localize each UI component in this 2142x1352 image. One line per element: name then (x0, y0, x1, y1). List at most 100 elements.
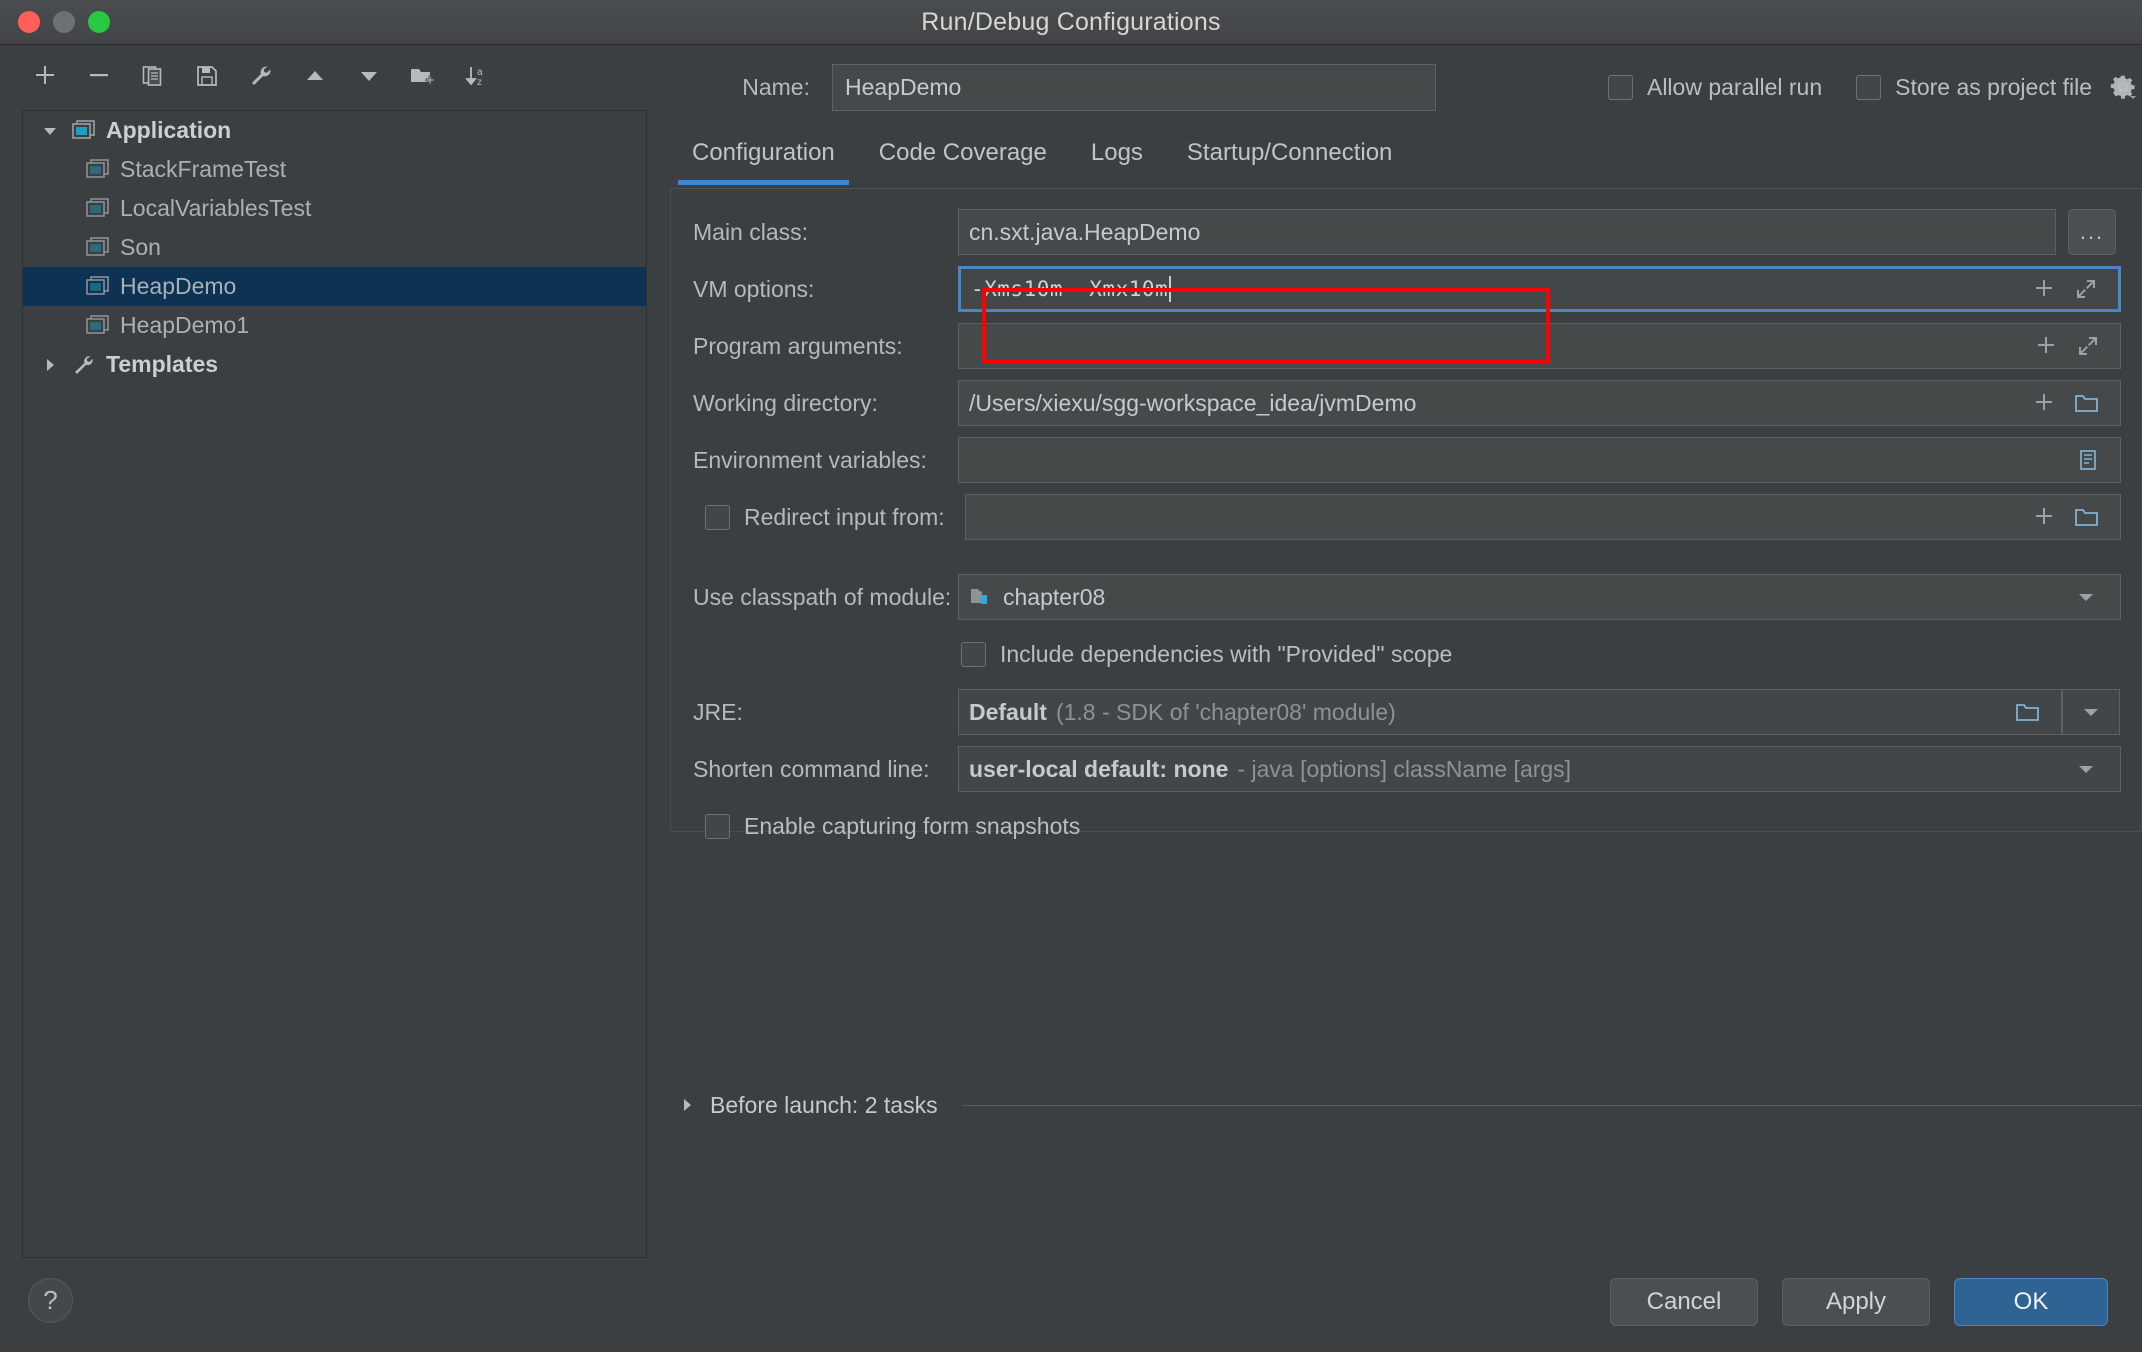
working-directory-input[interactable]: /Users/xiexu/sgg-workspace_idea/jvmDemo (958, 380, 2121, 426)
copy-icon[interactable] (138, 61, 168, 91)
jre-icons (2015, 700, 2051, 724)
cancel-button[interactable]: Cancel (1610, 1278, 1758, 1326)
working-directory-label: Working directory: (693, 389, 878, 416)
environment-variables-icons (2076, 448, 2110, 472)
sort-alphabetically-icon[interactable]: a z (462, 61, 492, 91)
edit-templates-icon[interactable] (246, 61, 276, 91)
expand-icon[interactable] (2074, 277, 2098, 301)
environment-variables-input[interactable] (958, 437, 2121, 483)
move-up-icon[interactable] (300, 61, 330, 91)
redirect-input-checkbox[interactable] (705, 504, 730, 530)
chevron-down-icon[interactable] (2076, 759, 2110, 779)
before-launch-label: Before launch: 2 tasks (710, 1091, 938, 1118)
program-arguments-label: Program arguments: (693, 332, 903, 359)
chevron-down-icon[interactable] (2076, 587, 2110, 607)
tree-item-heapdemo[interactable]: HeapDemo (23, 267, 646, 306)
add-icon[interactable] (2032, 277, 2056, 301)
configuration-editor-panel: Name: HeapDemo Allow parallel run Store … (660, 45, 2142, 1207)
folder-browse-icon[interactable] (2074, 391, 2100, 415)
jre-dropdown-button[interactable] (2062, 689, 2120, 735)
tree-item-label: Templates (106, 351, 219, 377)
folder-browse-icon[interactable] (2015, 700, 2041, 724)
config-tabs[interactable]: Configuration Code Coverage Logs Startup… (670, 133, 2142, 191)
folder-browse-icon[interactable] (2074, 505, 2100, 529)
run-config-icon (81, 236, 115, 260)
checkbox-box[interactable] (1856, 74, 1882, 100)
tree-item-label: HeapDemo (120, 273, 237, 299)
classpath-module-value: chapter08 (1003, 583, 1106, 610)
window-controls[interactable] (18, 11, 110, 33)
dialog-buttons: Cancel Apply OK (1610, 1278, 2108, 1326)
checkbox-box[interactable] (705, 813, 730, 839)
ok-button[interactable]: OK (1954, 1278, 2108, 1326)
expand-icon[interactable] (2076, 334, 2100, 358)
tree-item-heapdemo1[interactable]: HeapDemo1 (23, 306, 646, 345)
minimize-window-button[interactable] (53, 11, 75, 33)
tab-logs[interactable]: Logs (1069, 133, 1165, 185)
include-provided-row: Include dependencies with "Provided" sco… (961, 631, 1452, 677)
help-button[interactable]: ? (28, 1278, 73, 1323)
checkbox-box[interactable] (1607, 74, 1633, 100)
add-icon[interactable] (30, 61, 60, 91)
svg-text:z: z (477, 77, 482, 88)
environment-variables-row: Environment variables: (693, 437, 2121, 483)
chevron-right-icon[interactable] (678, 1096, 696, 1114)
program-arguments-icons (2034, 334, 2110, 358)
add-icon[interactable] (2034, 334, 2058, 358)
allow-parallel-run-checkbox[interactable]: Allow parallel run (1607, 74, 1822, 101)
main-class-input[interactable]: cn.sxt.java.HeapDemo (958, 209, 2056, 255)
shorten-command-line-row: Shorten command line: user-local default… (693, 746, 2121, 792)
tree-item-label: HeapDemo1 (120, 312, 250, 338)
store-as-project-file-checkbox[interactable]: Store as project file (1856, 74, 2092, 101)
classpath-module-label: Use classpath of module: (693, 583, 952, 610)
name-input[interactable]: HeapDemo (832, 63, 1436, 111)
add-icon[interactable] (2032, 505, 2056, 529)
tab-configuration[interactable]: Configuration (670, 133, 857, 185)
tree-item-son[interactable]: Son (23, 228, 646, 267)
wrench-icon (67, 353, 101, 377)
tree-item-templates[interactable]: Templates (23, 345, 646, 384)
remove-icon[interactable] (84, 61, 114, 91)
gear-dropdown-icon[interactable] (2108, 72, 2138, 102)
before-launch-divider (961, 1104, 2142, 1106)
window-titlebar: Run/Debug Configurations (0, 0, 2142, 45)
window-title: Run/Debug Configurations (921, 7, 1221, 36)
redirect-input-label-wrap[interactable]: Redirect input from: (693, 504, 957, 531)
classpath-module-combobox[interactable]: chapter08 (958, 574, 2121, 620)
close-window-button[interactable] (18, 11, 40, 33)
apply-button[interactable]: Apply (1782, 1278, 1930, 1326)
classpath-module-row: Use classpath of module: chapter08 (693, 574, 2121, 620)
configurations-tree[interactable]: Application StackFrameTest LocalVariable… (22, 110, 647, 1258)
new-folder-icon[interactable] (408, 61, 438, 91)
chevron-down-icon[interactable] (2081, 702, 2101, 722)
move-down-icon[interactable] (354, 61, 384, 91)
chevron-down-icon[interactable] (33, 122, 67, 140)
tree-item-application[interactable]: Application (23, 111, 646, 150)
main-class-browse-button[interactable]: ... (2068, 209, 2116, 255)
shorten-command-line-combobox[interactable]: user-local default: none - java [options… (958, 746, 2121, 792)
include-provided-checkbox[interactable]: Include dependencies with "Provided" sco… (961, 641, 1452, 668)
add-icon[interactable] (2032, 391, 2056, 415)
chevron-right-icon[interactable] (33, 356, 67, 374)
program-arguments-input[interactable] (958, 323, 2121, 369)
before-launch-section[interactable]: Before launch: 2 tasks (670, 1085, 2142, 1125)
tree-item-stackframetest[interactable]: StackFrameTest (23, 150, 646, 189)
jre-combobox[interactable]: Default (1.8 - SDK of 'chapter08' module… (958, 689, 2062, 735)
run-config-icon (81, 314, 115, 338)
form-snapshots-row: Enable capturing form snapshots (705, 803, 1080, 849)
header-options: Allow parallel run Store as project file (1607, 57, 2138, 117)
tree-item-localvariablestest[interactable]: LocalVariablesTest (23, 189, 646, 228)
tab-code-coverage[interactable]: Code Coverage (857, 133, 1069, 185)
checkbox-box[interactable] (961, 641, 986, 667)
maximize-window-button[interactable] (88, 11, 110, 33)
vm-options-icons (2032, 277, 2108, 301)
redirect-input-field[interactable] (964, 494, 2121, 540)
form-snapshots-checkbox[interactable]: Enable capturing form snapshots (705, 813, 1080, 840)
save-icon[interactable] (192, 61, 222, 91)
tab-startup-connection[interactable]: Startup/Connection (1165, 133, 1414, 185)
main-class-row: Main class: cn.sxt.java.HeapDemo ... (693, 209, 2121, 255)
jre-label: JRE: (693, 698, 743, 725)
vm-options-input[interactable]: -Xms10m -Xmx10m (958, 266, 2121, 312)
edit-list-icon[interactable] (2076, 448, 2100, 472)
configurations-toolbar: a z (0, 45, 650, 107)
